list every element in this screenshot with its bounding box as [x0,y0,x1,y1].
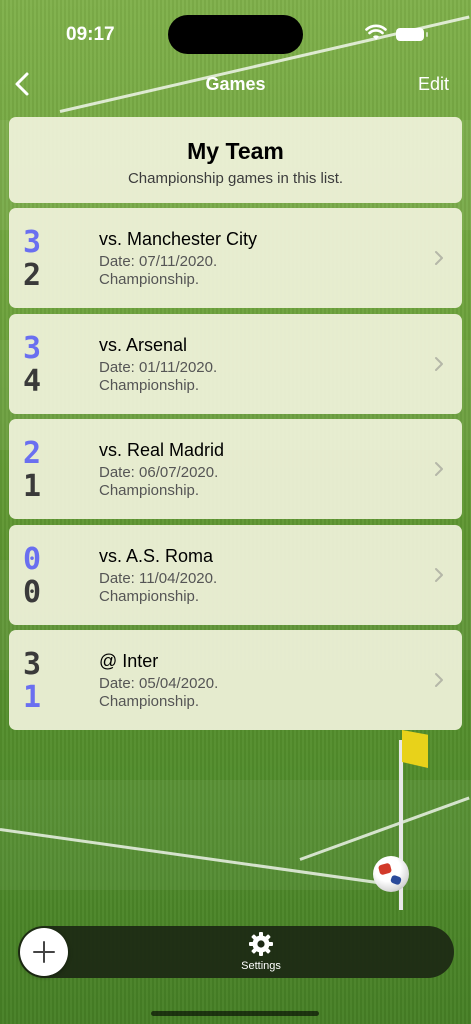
score-bottom: 2 [23,258,42,293]
dynamic-island [168,15,303,54]
game-row[interactable]: 0 0 vs. A.S. Roma Date: 11/04/2020. Champion… [9,524,462,625]
score-block: 00 [23,543,45,609]
soccer-ball [373,856,409,892]
game-date: Date: 06/07/2020. [99,464,219,481]
score-bottom: 4 [23,363,42,399]
game-competition: Championship. [99,271,200,288]
game-row[interactable]: 3 1 @ Inter Date: 05/04/2020. Championship. [9,630,462,730]
score-top: 3 [23,647,42,682]
score-block: 32 [23,226,45,292]
score-block: 34 [23,332,45,398]
chevron-right-icon [435,673,443,687]
status-bar: 09:17 [0,0,471,60]
wifi-icon [365,24,387,40]
game-competition: Championship. [99,587,200,605]
status-time: 09:17 [66,24,115,45]
home-indicator [151,1011,319,1016]
game-row[interactable]: 3 2 vs. Manchester City Date: 07/11/2020. Ch… [9,208,462,308]
score-top: 0 [23,541,42,577]
battery-icon [396,28,428,41]
opponent-name: @ Inter [99,651,159,671]
chevron-right-icon [435,567,443,582]
game-row[interactable]: 3 4 vs. Arsenal Date: 01/11/2020. Championsh… [9,313,462,414]
game-competition: Championship. [99,482,200,499]
game-date: Date: 11/04/2020. [99,569,218,587]
score-bottom: 0 [23,574,42,610]
game-date: Date: 01/11/2020. [99,358,218,376]
add-game-button[interactable] [20,928,68,976]
chevron-right-icon [435,356,443,371]
game-competition: Championship. [99,376,200,394]
plus-icon [33,941,55,963]
navigation-bar: Games Edit [0,64,471,104]
page-title: Games [205,74,266,94]
score-bottom: 1 [23,680,42,715]
team-title: My Team [187,138,284,164]
chevron-right-icon [435,251,443,265]
score-block: 21 [23,437,45,503]
opponent-name: vs. Arsenal [99,334,188,355]
score-top: 2 [23,436,42,471]
team-subtitle: Championship games in this list. [127,170,344,187]
score-top: 3 [23,330,42,366]
edit-button[interactable]: Edit [418,74,449,95]
gear-icon[interactable] [248,931,274,957]
tab-settings[interactable]: Settings [220,960,302,972]
chevron-right-icon [435,462,443,476]
opponent-name: vs. Real Madrid [99,440,225,460]
game-row[interactable]: 2 1 vs. Real Madrid Date: 06/07/2020. Champi… [9,419,462,519]
score-block: 31 [23,648,45,714]
opponent-name: vs. Manchester City [99,229,258,249]
team-header-card: My Team Championship games in this list. [9,117,462,203]
game-competition: Championship. [99,693,200,710]
score-bottom: 1 [23,469,42,504]
game-date: Date: 07/11/2020. [99,253,218,270]
score-top: 3 [23,225,42,260]
corner-flag [402,730,428,768]
game-date: Date: 05/04/2020. [99,675,219,692]
opponent-name: vs. A.S. Roma [99,545,214,566]
